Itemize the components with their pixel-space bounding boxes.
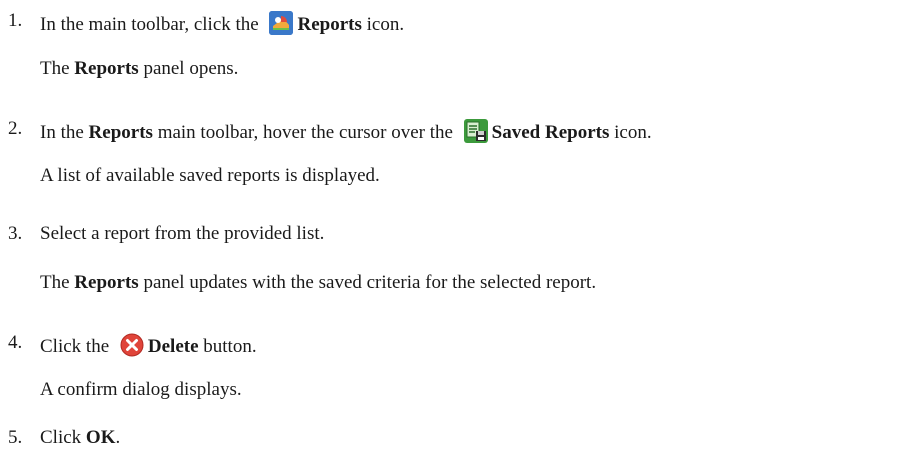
reports-label: Reports [297,14,362,35]
step-text: In the Reports main toolbar, hover the c… [40,119,652,143]
step-number: 3. [8,223,23,244]
step-text-after: icon. [361,14,405,35]
result-text: panel updates with the saved criteria fo… [138,272,597,293]
ok-label: OK [85,427,116,448]
result-prefix: The [40,58,75,79]
step-result: A list of available saved reports is dis… [40,165,380,186]
saved-reports-icon [463,119,488,143]
procedure-document: 1. In the main toolbar, click the Report… [0,0,917,453]
saved-reports-label: Saved Reports [491,122,610,143]
delete-label: Delete [147,336,199,357]
step-result: A confirm dialog displays. [40,379,242,400]
reports-icon [269,11,294,35]
step-text: Click the Delete button. [40,333,257,357]
step-number: 2. [8,118,23,139]
step-text: In the main toolbar, click the Reports i… [40,11,404,35]
step-result: The Reports panel updates with the saved… [40,273,596,292]
step-result: The Reports panel opens. [40,59,238,78]
result-prefix: The [40,272,75,293]
step-text-before: In the [40,122,89,143]
step-text-before: Click [40,427,86,448]
delete-icon [120,333,144,357]
step-number: 1. [8,10,23,31]
step-text-before: In the main toolbar, click the [40,14,264,35]
reports-label: Reports [74,58,139,79]
step-text: Select a report from the provided list. [40,223,325,244]
step-text-before: Click the [40,336,114,357]
result-text: panel opens. [138,58,239,79]
step-number: 4. [8,332,23,353]
step-text: Click OK. [40,428,120,447]
reports-label: Reports [74,272,139,293]
step-text-middle: main toolbar, hover the cursor over the [152,122,458,143]
reports-label: Reports [88,122,153,143]
step-text-after: icon. [609,122,652,143]
step-text-after: button. [198,336,257,357]
step-text-after: . [115,427,121,448]
step-number: 5. [8,427,23,448]
